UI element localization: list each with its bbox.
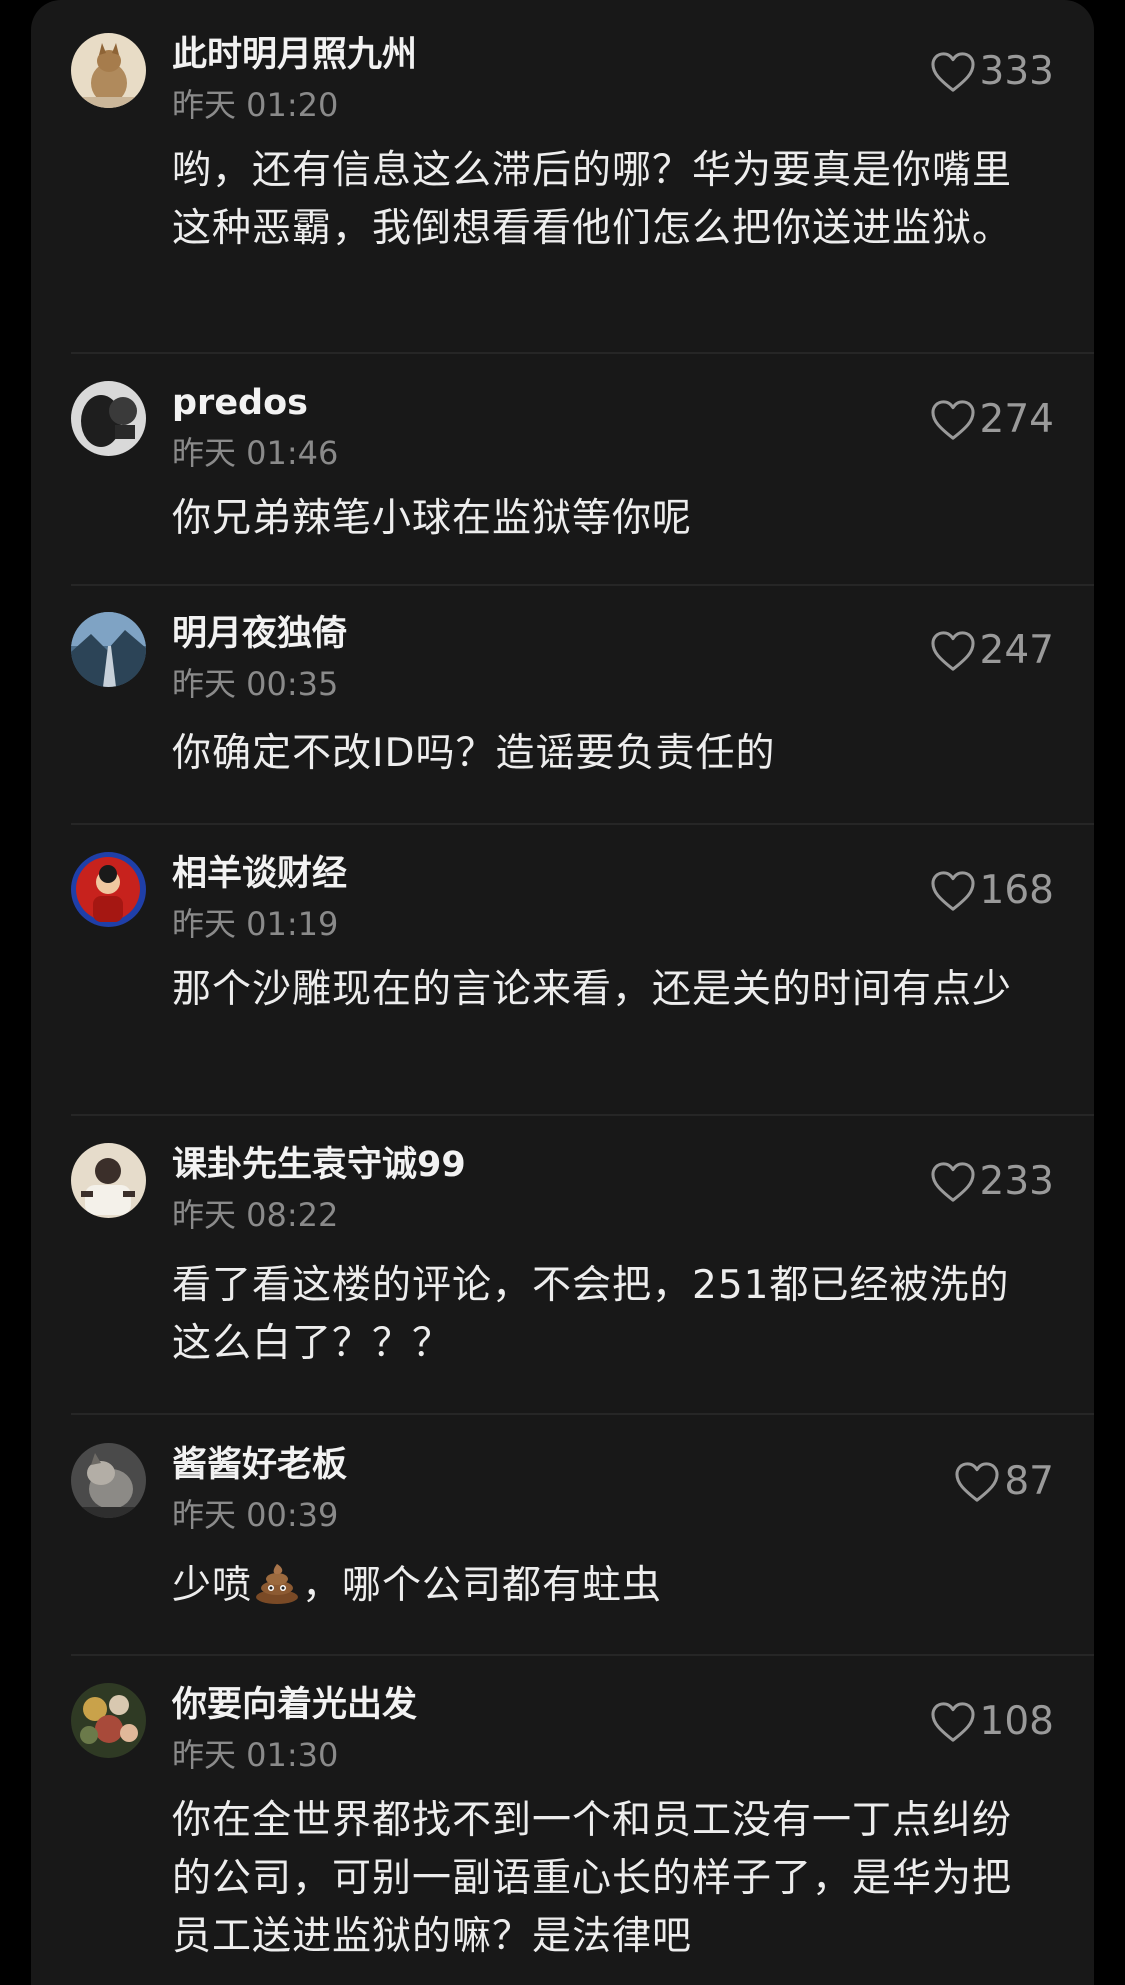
timestamp: 昨天 01:30: [172, 1736, 339, 1774]
like-count: 168: [979, 868, 1054, 913]
comment-text: 你兄弟辣笔小球在监狱等你呢: [172, 496, 693, 541]
comment-text: 哟，还有信息这么滞后的哪？华为要真是你嘴里这种恶霸，我倒想看看他们怎么把你送进监…: [172, 148, 1013, 251]
divider: [71, 1114, 1094, 1116]
heart-outline-icon: [930, 400, 975, 440]
comment-list: 此时明月照九州 昨天 01:20 333 哟，还有信息这么滞后的哪？华为要真是你…: [31, 0, 1094, 1985]
heart-outline-icon: [930, 1162, 975, 1202]
heart-outline-icon: [930, 52, 975, 92]
avatar[interactable]: [71, 612, 146, 687]
timestamp: 昨天 01:46: [172, 434, 339, 472]
like-count: 108: [979, 1699, 1054, 1744]
heart-outline-icon: [930, 631, 975, 671]
like-button[interactable]: 87: [954, 1458, 1054, 1506]
heart-outline-icon: [955, 1462, 999, 1502]
timestamp: 昨天 01:20: [172, 86, 339, 124]
comment-text: 你确定不改ID吗？造谣要负责任的: [172, 731, 776, 776]
like-button[interactable]: 274: [930, 396, 1054, 444]
divider: [71, 1654, 1094, 1656]
divider: [71, 352, 1094, 354]
avatar[interactable]: [71, 33, 146, 108]
comment-text-after-emoji: ，哪个公司都有蛀虫: [302, 1563, 663, 1608]
divider: [71, 584, 1094, 586]
timestamp: 昨天 00:35: [172, 665, 339, 703]
like-count: 333: [979, 49, 1054, 94]
username[interactable]: 明月夜独倚: [172, 612, 347, 656]
comment-text: 你在全世界都找不到一个和员工没有一丁点纠纷的公司，可别一副语重心长的样子了，是华…: [172, 1798, 1013, 1959]
divider: [71, 1413, 1094, 1415]
like-button[interactable]: 168: [930, 867, 1054, 915]
like-count: 274: [979, 397, 1054, 442]
comment-text: 那个沙雕现在的言论来看，还是关的时间有点少: [172, 967, 1013, 1012]
avatar[interactable]: [71, 1443, 146, 1518]
avatar[interactable]: [71, 381, 146, 456]
avatar[interactable]: [71, 1683, 146, 1758]
username[interactable]: 课卦先生袁守诚99: [172, 1143, 466, 1187]
timestamp: 昨天 00:39: [172, 1496, 339, 1534]
username[interactable]: predos: [172, 381, 308, 425]
avatar[interactable]: [71, 1143, 146, 1218]
comment-text: 少喷 ，哪个公司都有蛀虫: [172, 1557, 1012, 1621]
like-button[interactable]: 233: [930, 1158, 1054, 1206]
username[interactable]: 酱酱好老板: [172, 1443, 347, 1487]
like-button[interactable]: 247: [930, 627, 1054, 675]
username[interactable]: 相羊谈财经: [172, 852, 347, 896]
poop-emoji: [254, 1560, 300, 1621]
heart-outline-icon: [930, 1702, 975, 1742]
like-count: 233: [979, 1159, 1054, 1204]
heart-outline-icon: [930, 871, 975, 911]
timestamp: 昨天 01:19: [172, 905, 339, 943]
divider: [71, 823, 1094, 825]
like-button[interactable]: 333: [930, 48, 1054, 96]
username[interactable]: 此时明月照九州: [172, 33, 417, 77]
comment-text: 看了看这楼的评论，不会把，251都已经被洗的这么白了？？？: [172, 1263, 1010, 1366]
like-button[interactable]: 108: [930, 1698, 1054, 1746]
like-count: 247: [979, 628, 1054, 673]
like-count: 87: [1004, 1459, 1054, 1504]
username[interactable]: 你要向着光出发: [172, 1683, 417, 1727]
avatar[interactable]: [71, 852, 146, 927]
timestamp: 昨天 08:22: [172, 1196, 339, 1234]
comment-text-before-emoji: 少喷: [172, 1563, 253, 1608]
